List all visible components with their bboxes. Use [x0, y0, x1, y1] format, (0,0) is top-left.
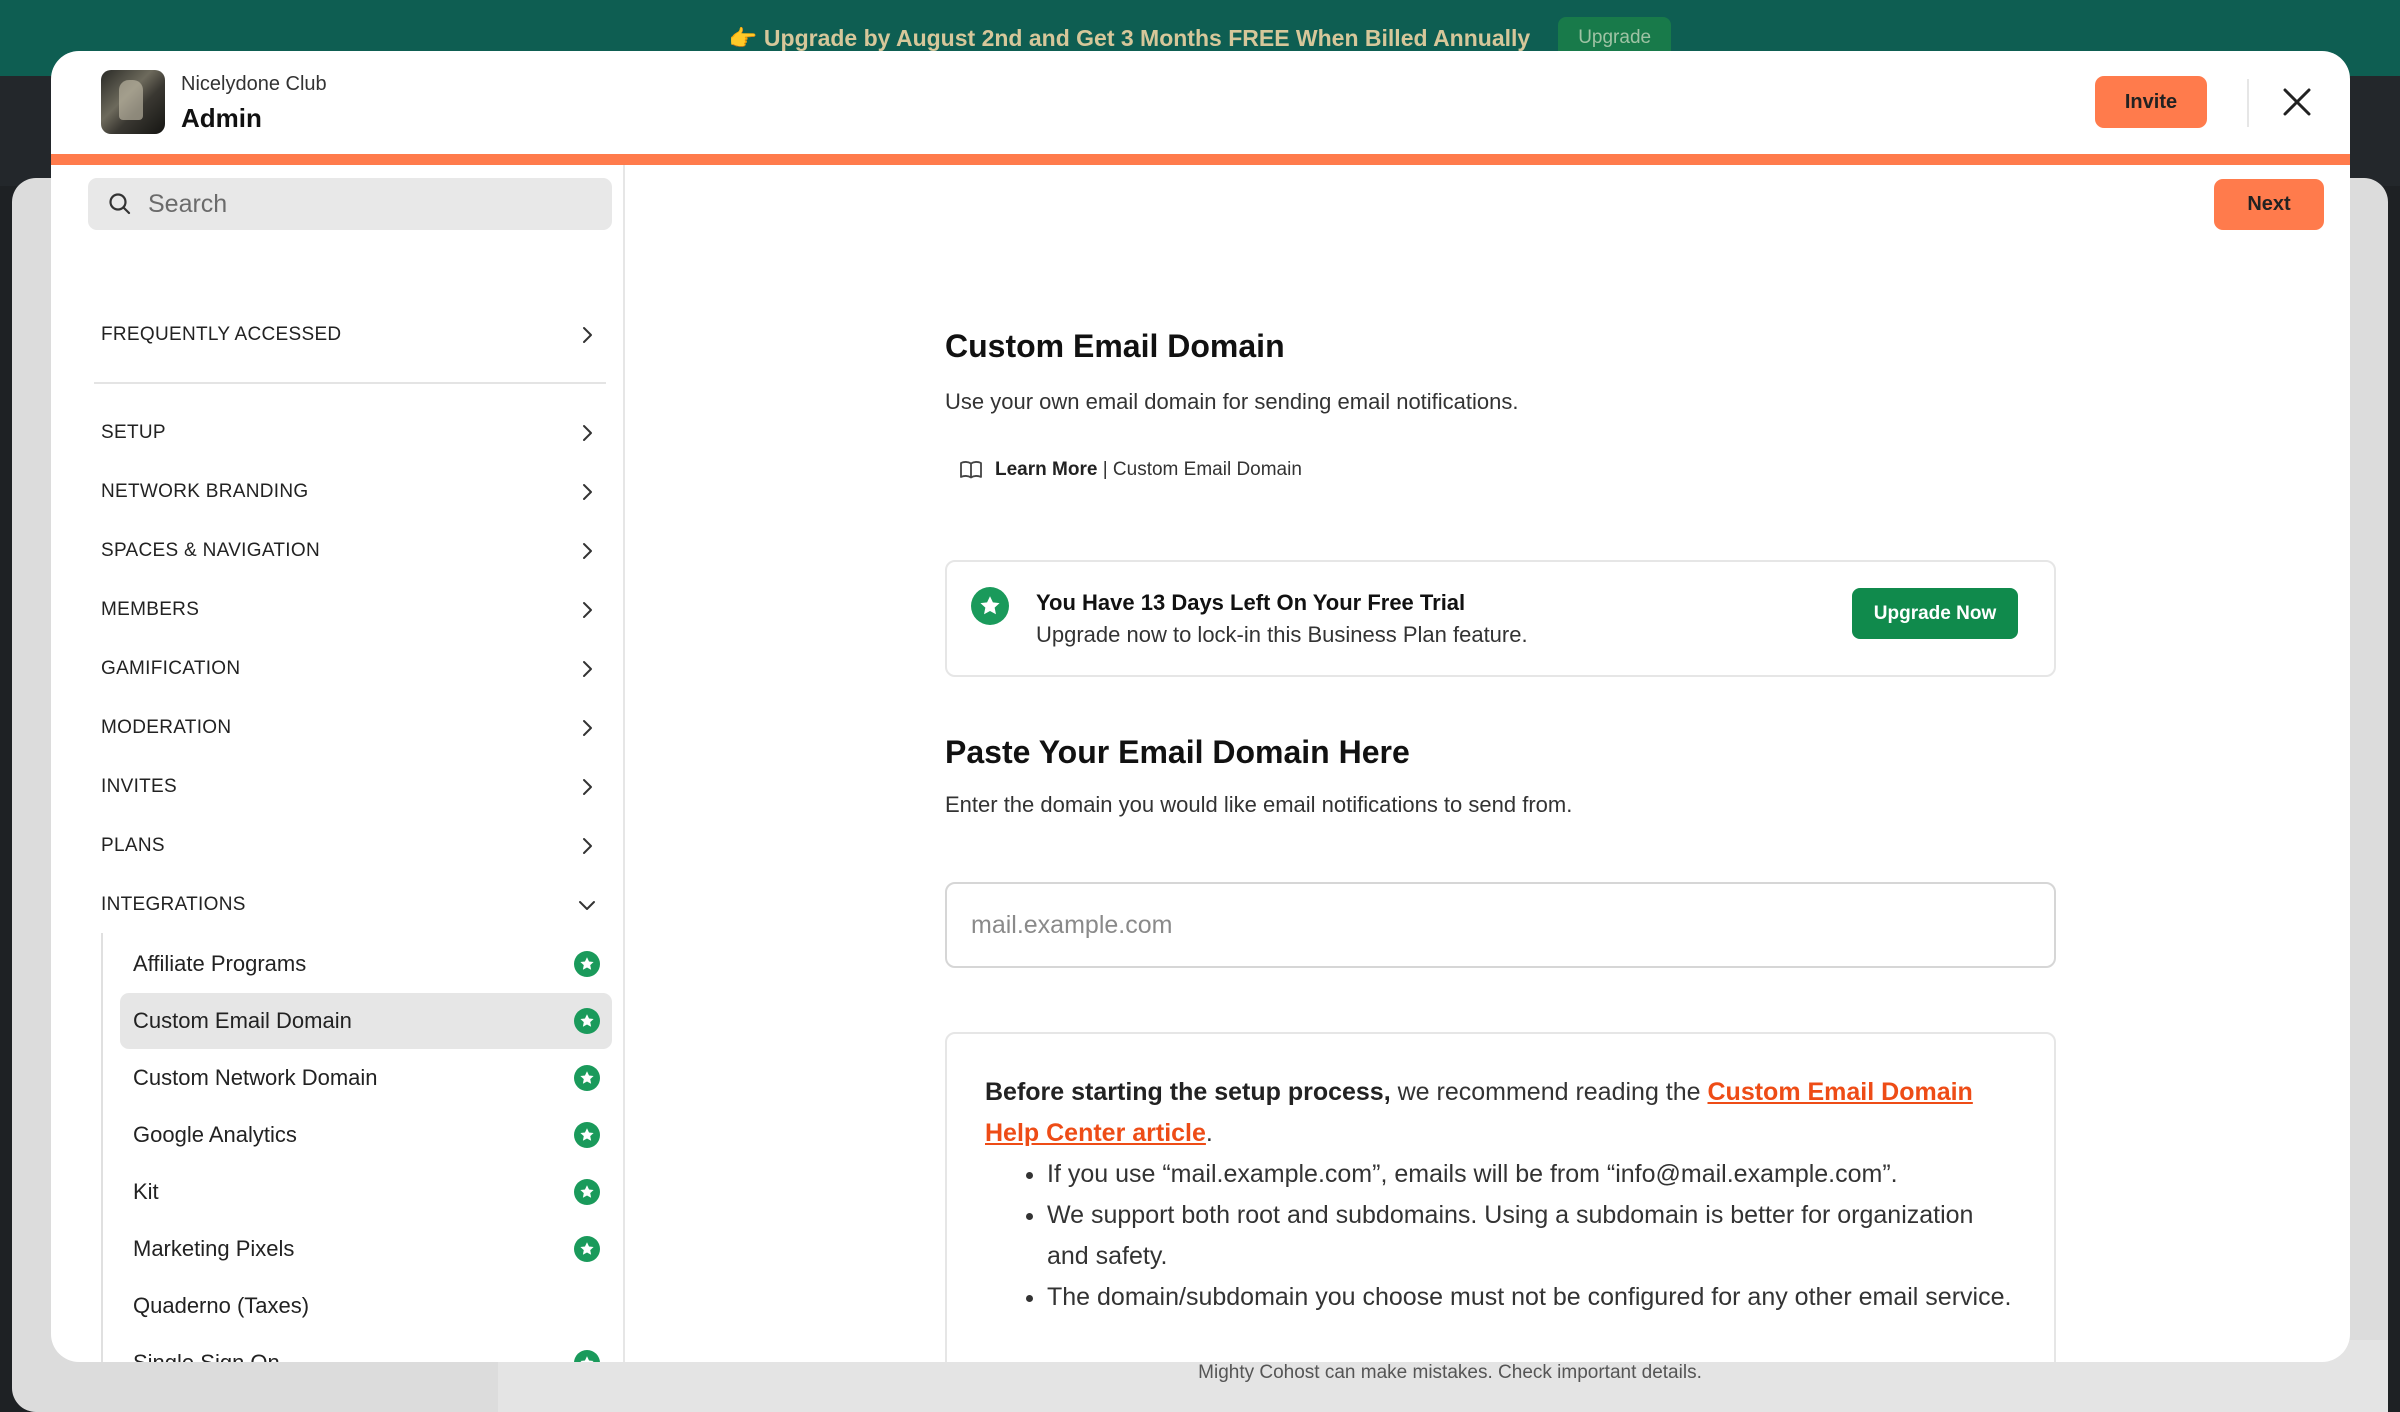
sidebar-item-label: INVITES: [101, 776, 178, 797]
sidebar-item-label: INTEGRATIONS: [101, 894, 246, 915]
upgrade-now-button[interactable]: Upgrade Now: [1852, 588, 2018, 639]
sidebar-subitem-label: Marketing Pixels: [133, 1236, 295, 1261]
sidebar-item-frequently-accessed[interactable]: FREQUENTLY ACCESSED: [88, 310, 612, 360]
trial-text: Upgrade now to lock-in this Business Pla…: [1036, 622, 1528, 647]
setup-intro: Before starting the setup process, we re…: [985, 1072, 2016, 1154]
sidebar-subitem-label: Google Analytics: [133, 1122, 297, 1147]
chevron-right-icon: [583, 661, 592, 677]
submenu-guide-line: [101, 933, 103, 1362]
sidebar-subitem-affiliate-programs[interactable]: Affiliate Programs: [120, 936, 612, 992]
chevron-right-icon: [583, 602, 592, 618]
sidebar-subitem-marketing-pixels[interactable]: Marketing Pixels: [120, 1221, 612, 1277]
paste-domain-title: Paste Your Email Domain Here: [945, 734, 1410, 770]
sidebar-item-label: MEMBERS: [101, 599, 200, 620]
sidebar-subitem-google-analytics[interactable]: Google Analytics: [120, 1107, 612, 1163]
sidebar-item-integrations[interactable]: INTEGRATIONS: [88, 880, 612, 930]
page-title: Admin: [181, 103, 262, 133]
chevron-right-icon: [583, 327, 592, 343]
paste-domain-subtitle: Enter the domain you would like email no…: [945, 792, 1573, 817]
admin-modal: Nicelydone Club Admin Invite FREQUENTLY …: [51, 51, 2350, 1362]
sidebar-item-label: FREQUENTLY ACCESSED: [101, 324, 342, 345]
premium-star-icon: [971, 587, 1009, 625]
sidebar-item-gamification[interactable]: GAMIFICATION: [88, 644, 612, 694]
org-name: Nicelydone Club: [181, 73, 327, 95]
book-icon: [960, 461, 982, 479]
sidebar-item-setup[interactable]: SETUP: [88, 408, 612, 458]
sidebar-subitem-label: Quaderno (Taxes): [133, 1293, 310, 1318]
section-subtitle: Use your own email domain for sending em…: [945, 389, 1519, 414]
sidebar-item-label: NETWORK BRANDING: [101, 481, 309, 502]
sidebar-subitem-kit[interactable]: Kit: [120, 1164, 612, 1220]
search-box: [88, 178, 612, 230]
sidebar-subitem-label: Custom Email Domain: [133, 1008, 352, 1033]
premium-star-icon: [574, 951, 600, 977]
invite-button[interactable]: Invite: [2095, 76, 2207, 128]
banner-text: 👉 Upgrade by August 2nd and Get 3 Months…: [728, 24, 1531, 51]
setup-info-box: Before starting the setup process, we re…: [945, 1032, 2056, 1362]
setup-bullet-list: If you use “mail.example.com”, emails wi…: [1023, 1154, 2016, 1318]
search-icon: [109, 193, 131, 215]
close-button[interactable]: [2276, 81, 2318, 123]
chevron-down-icon: [579, 901, 595, 910]
premium-star-icon: [574, 1236, 600, 1262]
community-avatar: [101, 70, 165, 134]
premium-star-icon: [574, 1008, 600, 1034]
sidebar-item-moderation[interactable]: MODERATION: [88, 703, 612, 753]
email-domain-input[interactable]: [945, 882, 2056, 968]
chevron-right-icon: [583, 484, 592, 500]
sidebar-subitem-label: Affiliate Programs: [133, 951, 307, 976]
sidebar-item-spaces-navigation[interactable]: SPACES & NAVIGATION: [88, 526, 612, 576]
next-button[interactable]: Next: [2214, 179, 2324, 230]
sidebar-subitem-label: Kit: [133, 1179, 159, 1204]
sidebar-item-members[interactable]: MEMBERS: [88, 585, 612, 635]
list-item: We support both root and subdomains. Usi…: [1047, 1195, 2016, 1277]
list-item: If you use “mail.example.com”, emails wi…: [1047, 1154, 2016, 1195]
sidebar-subitem-custom-network-domain[interactable]: Custom Network Domain: [120, 1050, 612, 1106]
chevron-right-icon: [583, 543, 592, 559]
sidebar-item-label: SETUP: [101, 422, 166, 443]
sidebar-subitem-label: Single Sign On: [133, 1350, 280, 1362]
setup-intro-bold: Before starting the setup process,: [985, 1078, 1391, 1106]
footer-note: Mighty Cohost can make mistakes. Check i…: [1198, 1362, 1702, 1383]
learn-more-label: Learn More: [995, 459, 1098, 480]
list-item: The domain/subdomain you choose must not…: [1047, 1277, 2016, 1318]
admin-sidebar: FREQUENTLY ACCESSED SETUP NETWORK BRANDI…: [51, 165, 625, 1362]
setup-intro-text: we recommend reading the: [1390, 1078, 1708, 1106]
learn-more-link[interactable]: Learn More | Custom Email Domain: [959, 459, 1302, 481]
chevron-right-icon: [583, 779, 592, 795]
trial-notice: You Have 13 Days Left On Your Free Trial…: [945, 560, 2056, 677]
sidebar-item-invites[interactable]: INVITES: [88, 762, 612, 812]
premium-star-icon: [574, 1122, 600, 1148]
header-divider: [2247, 79, 2249, 127]
header-accent-bar: [51, 154, 2350, 165]
premium-star-icon: [574, 1065, 600, 1091]
sidebar-subitem-custom-email-domain[interactable]: Custom Email Domain: [120, 993, 612, 1049]
premium-star-icon: [574, 1350, 600, 1362]
sidebar-subitem-single-sign-on[interactable]: Single Sign On: [120, 1335, 612, 1362]
sidebar-item-plans[interactable]: PLANS: [88, 821, 612, 871]
chevron-right-icon: [583, 720, 592, 736]
premium-star-icon: [574, 1179, 600, 1205]
sidebar-item-label: SPACES & NAVIGATION: [101, 540, 320, 561]
sidebar-item-label: PLANS: [101, 835, 165, 856]
sidebar-item-network-branding[interactable]: NETWORK BRANDING: [88, 467, 612, 517]
sidebar-divider: [94, 382, 606, 384]
section-title: Custom Email Domain: [945, 328, 1285, 364]
setup-intro-end: .: [1205, 1119, 1213, 1147]
sidebar-subitem-label: Custom Network Domain: [133, 1065, 378, 1090]
modal-header: Nicelydone Club Admin Invite: [51, 51, 2350, 154]
learn-more-topic: | Custom Email Domain: [1097, 459, 1302, 480]
search-input[interactable]: [148, 189, 588, 219]
sidebar-item-label: GAMIFICATION: [101, 658, 241, 679]
close-icon: [2283, 88, 2311, 116]
chevron-right-icon: [583, 425, 592, 441]
sidebar-item-label: MODERATION: [101, 717, 232, 738]
sidebar-subitem-quaderno-taxes[interactable]: Quaderno (Taxes): [120, 1278, 612, 1334]
chevron-right-icon: [583, 838, 592, 854]
trial-title: You Have 13 Days Left On Your Free Trial: [1036, 590, 1466, 615]
